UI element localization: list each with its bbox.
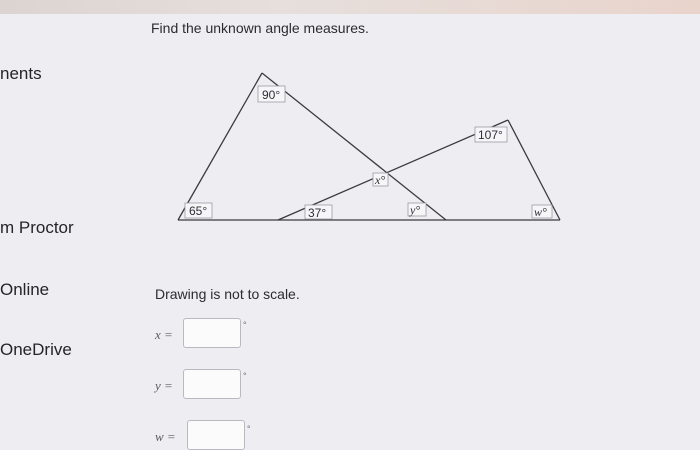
angle-label-top: 90° [262, 88, 280, 102]
scale-note: Drawing is not to scale. [155, 286, 300, 302]
degree-unit-w: ° [247, 424, 251, 434]
degree-unit-y: ° [243, 371, 247, 381]
left-triangle-side [177, 72, 263, 221]
left-triangle-hypotenuse [261, 72, 447, 221]
answer-input-y[interactable] [183, 369, 241, 399]
angle-label-right-upper: 107° [478, 128, 503, 142]
angle-label-x: x° [374, 173, 385, 187]
triangle-figure: 90° 65° 37° 107° x° y° w° [177, 72, 561, 221]
answer-input-w[interactable] [187, 420, 245, 450]
angle-label-base-mid: 37° [308, 206, 326, 220]
angle-label-y: y° [409, 203, 420, 217]
angle-label-w: w° [534, 205, 547, 219]
answer-input-x[interactable] [183, 318, 241, 348]
var-label-w: w = [155, 429, 176, 444]
angle-label-left: 65° [189, 204, 207, 218]
degree-unit-x: ° [243, 320, 247, 330]
var-label-y: y = [155, 378, 173, 393]
var-label-x: x = [155, 327, 173, 342]
